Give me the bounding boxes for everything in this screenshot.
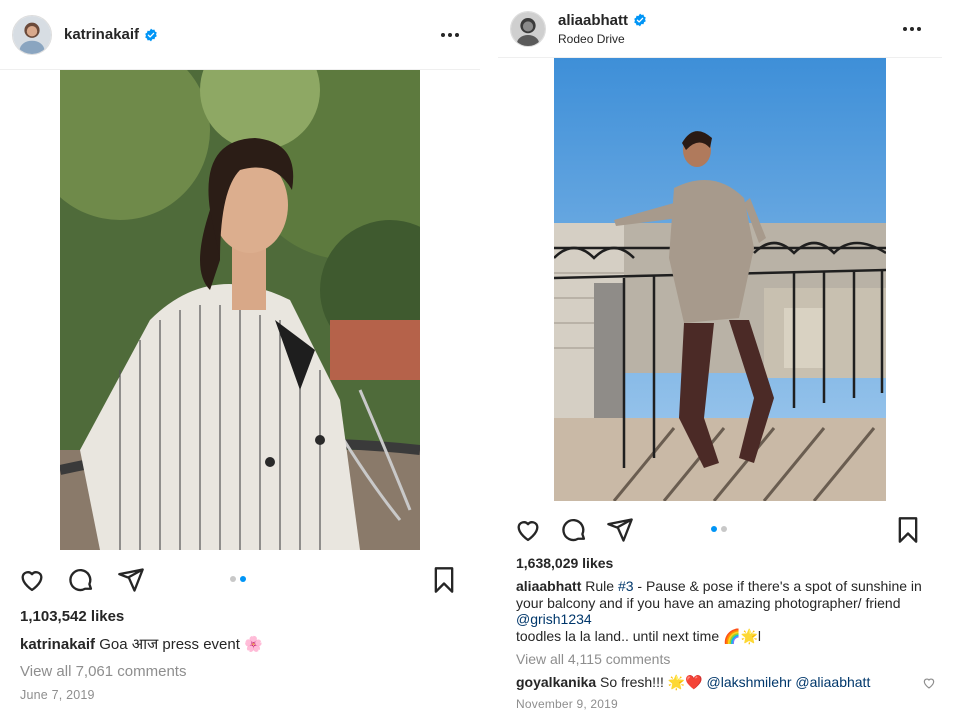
view-comments-link[interactable]: View all 7,061 comments [20,663,186,680]
action-bar [0,560,480,600]
post-header: katrinakaif [0,0,480,70]
caption-text: Goa आज press event 🌸 [99,636,263,653]
hashtag-link[interactable]: #3 [618,578,634,594]
carousel-indicator [711,526,727,532]
caption-text: Rule [585,578,618,594]
share-icon[interactable] [117,566,145,594]
avatar[interactable] [12,14,52,55]
carousel-dot-active [711,526,717,532]
action-bar [498,510,942,550]
more-options-icon[interactable] [900,17,924,41]
more-options-icon[interactable] [438,23,462,47]
heart-icon[interactable] [514,516,542,544]
post-header: aliaabhatt Rodeo Drive [498,0,942,58]
caption: katrinakaif Goa आज press event 🌸 [20,636,263,654]
caption-username[interactable]: katrinakaif [20,636,95,653]
bookmark-icon[interactable] [894,516,922,544]
post-photo[interactable] [60,70,420,550]
comment-icon[interactable] [560,516,588,544]
comment-icon[interactable] [67,566,95,594]
caption-username[interactable]: aliaabhatt [516,578,581,594]
likes-count[interactable]: 1,103,542 likes [20,608,124,625]
share-icon[interactable] [606,516,634,544]
avatar[interactable] [510,10,546,47]
post-aliaabhatt: aliaabhatt Rodeo Drive 1,638,029 likes a… [498,0,942,720]
view-comments-link[interactable]: View all 4,115 comments [516,651,670,667]
post-photo[interactable] [554,58,886,501]
location-link[interactable]: Rodeo Drive [558,32,647,46]
carousel-dot [721,526,727,532]
verified-badge-icon [634,13,646,27]
carousel-indicator [230,576,246,582]
comment-username[interactable]: goyalkanika [516,674,596,690]
carousel-dot [230,576,236,582]
user-block: katrinakaif [64,26,158,43]
caption: aliaabhatt Rule #3 - Pause & pose if the… [516,578,936,644]
username[interactable]: aliaabhatt [558,12,628,29]
username[interactable]: katrinakaif [64,26,139,43]
bookmark-icon[interactable] [430,566,458,594]
carousel-dot-active [240,576,246,582]
verified-badge-icon [145,28,157,41]
comment-like-icon[interactable] [922,676,936,690]
comment-text: So fresh!!! 🌟❤️ [600,674,707,690]
post-date: June 7, 2019 [20,688,95,702]
post-katrinakaif: katrinakaif 1,103,542 likes katrinakaif … [0,0,480,720]
comment: goyalkanika So fresh!!! 🌟❤️ @lakshmilehr… [516,674,936,691]
mention-link[interactable]: @grish1234 [516,611,592,627]
likes-count[interactable]: 1,638,029 likes [516,555,613,571]
divider [480,0,498,720]
user-block: aliaabhatt Rodeo Drive [558,12,647,46]
post-date: November 9, 2019 [516,697,618,711]
comment-mentions[interactable]: @lakshmilehr @aliaabhatt [707,674,871,690]
caption-line-2: toodles la la land.. until next time 🌈🌟l [516,627,761,644]
heart-icon[interactable] [18,566,46,594]
